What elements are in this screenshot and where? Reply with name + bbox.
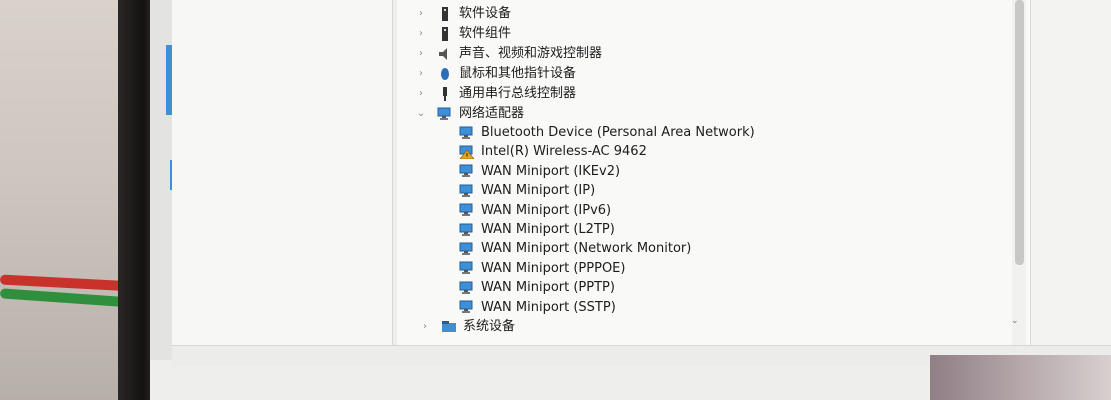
tree-row-label: WAN Miniport (PPTP) [481, 280, 615, 296]
mouse-icon [437, 67, 453, 81]
tree-row-label: Intel(R) Wireless-AC 9462 [481, 144, 647, 160]
tree-row-label: WAN Miniport (IKEv2) [481, 163, 621, 179]
network-adapter-icon [459, 223, 475, 237]
tree-row[interactable]: WAN Miniport (PPPOE) [459, 259, 625, 278]
desk-background [0, 0, 130, 400]
tree-row-label: WAN Miniport (PPPOE) [481, 260, 626, 276]
tree-row[interactable]: WAN Miniport (IPv6) [459, 201, 611, 220]
network-adapter-icon [459, 203, 475, 217]
tree-row-label: WAN Miniport (SSTP) [481, 299, 616, 315]
tree-row[interactable]: ⌄ 网络适配器 [417, 104, 525, 123]
screen-reflection [930, 355, 1111, 400]
system-device-icon [441, 320, 457, 334]
tree-row[interactable]: WAN Miniport (Network Monitor) [459, 239, 691, 258]
tree-row[interactable]: › 软件设备 [419, 4, 512, 23]
network-adapter-icon [459, 261, 475, 275]
network-adapter-icon [459, 164, 475, 178]
tree-row[interactable]: WAN Miniport (IKEv2) [459, 162, 620, 181]
settings-left-pane [172, 0, 393, 345]
network-adapter-icon [437, 107, 453, 121]
network-adapter-icon [459, 126, 475, 140]
tree-row[interactable]: WAN Miniport (IP) [459, 181, 595, 200]
software-device-icon [437, 6, 453, 21]
network-adapter-icon [459, 281, 475, 295]
tree-row[interactable]: WAN Miniport (PPTP) [459, 278, 615, 297]
tree-row[interactable]: › 软件组件 [419, 24, 512, 43]
scroll-down-icon[interactable]: ⌄ [1011, 316, 1019, 326]
network-adapter-warning-icon [459, 145, 475, 160]
chevron-down-icon[interactable]: ⌄ [415, 108, 427, 119]
tree-row-label: Bluetooth Device (Personal Area Network) [481, 125, 755, 140]
tree-row-label: WAN Miniport (Network Monitor) [481, 241, 692, 257]
tree-row-label: WAN Miniport (IP) [481, 183, 596, 199]
chevron-right-icon[interactable]: › [419, 321, 431, 332]
chevron-right-icon[interactable]: › [415, 88, 427, 99]
scrollbar-thumb[interactable] [1015, 0, 1024, 265]
speaker-icon [437, 47, 453, 61]
software-component-icon [437, 26, 453, 41]
chevron-right-icon[interactable]: › [415, 8, 427, 19]
tree-row-label: 通用串行总线控制器 [459, 86, 577, 101]
tree-row[interactable]: Bluetooth Device (Personal Area Network) [459, 123, 755, 142]
network-adapter-icon [459, 184, 475, 198]
usb-icon [437, 86, 453, 101]
tree-row[interactable]: WAN Miniport (SSTP) [459, 298, 616, 317]
tree-row-label: 声音、视频和游戏控制器 [459, 46, 603, 61]
tree-row[interactable]: WAN Miniport (L2TP) [459, 220, 615, 239]
chevron-right-icon[interactable]: › [415, 48, 427, 59]
tree-row-label: 系统设备 [463, 319, 516, 334]
tree-row[interactable]: › 声音、视频和游戏控制器 [419, 44, 603, 63]
tree-row-label: WAN Miniport (L2TP) [481, 222, 615, 237]
tree-row[interactable]: Intel(R) Wireless-AC 9462 [459, 142, 647, 161]
tree-row-label: 软件设备 [459, 6, 512, 21]
tree-row[interactable]: › 通用串行总线控制器 [419, 84, 577, 103]
tree-row-label: WAN Miniport (IPv6) [481, 202, 612, 218]
chevron-right-icon[interactable]: › [415, 68, 427, 79]
network-adapter-icon [459, 242, 475, 256]
right-panel [1030, 0, 1111, 345]
chevron-right-icon[interactable]: › [415, 28, 427, 39]
tree-row-label: 网络适配器 [459, 106, 525, 121]
network-adapter-icon [459, 300, 475, 314]
tree-row-label: 鼠标和其他指针设备 [459, 66, 577, 81]
tree-row-label: 软件组件 [459, 26, 512, 41]
tree-row[interactable]: › 鼠标和其他指针设备 [419, 64, 577, 83]
tree-row[interactable]: › 系统设备 [423, 317, 516, 336]
